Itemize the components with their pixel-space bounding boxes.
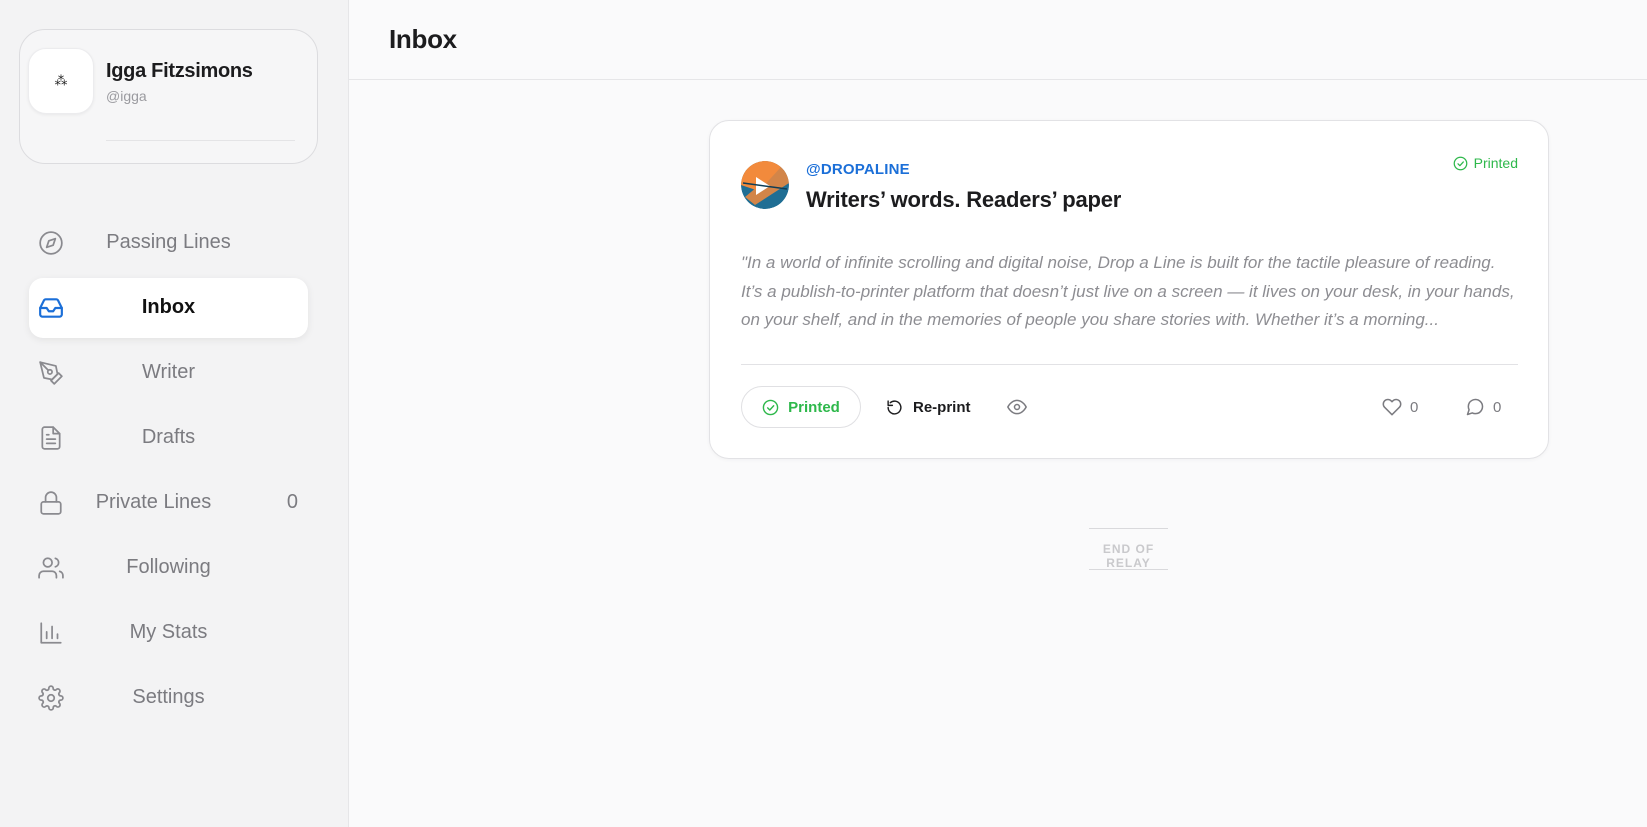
private-lines-count: 0 <box>286 491 298 513</box>
avatar[interactable]: ⁂ <box>28 48 94 114</box>
comment-button[interactable]: 0 <box>1465 395 1501 419</box>
printed-button[interactable]: Printed <box>741 386 861 428</box>
sidebar-item-passing-lines[interactable]: Passing Lines <box>29 213 308 273</box>
sidebar-item-label: Following <box>126 556 211 578</box>
profile-divider <box>106 140 295 141</box>
sidebar-item-private-lines[interactable]: Private Lines 0 <box>29 473 308 533</box>
eye-icon <box>1007 399 1027 415</box>
like-button[interactable]: 0 <box>1382 395 1418 419</box>
like-count: 0 <box>1410 398 1419 416</box>
sidebar-item-drafts[interactable]: Drafts <box>29 408 308 468</box>
reprint-button[interactable]: Re-print <box>886 386 971 428</box>
author-avatar[interactable] <box>741 161 789 209</box>
profile-handle: @igga <box>106 88 147 104</box>
page-title: Inbox <box>389 24 457 54</box>
profile-name: Igga Fitzsimons <box>106 60 253 82</box>
sidebar-item-label: Private Lines <box>95 491 212 513</box>
sidebar-item-label: Writer <box>142 361 195 383</box>
comment-icon <box>1466 398 1484 416</box>
check-circle-icon <box>1453 156 1468 170</box>
printed-button-label: Printed <box>788 398 840 416</box>
sidebar-item-label: Passing Lines <box>106 231 231 253</box>
sidebar-item-my-stats[interactable]: My Stats <box>29 603 308 663</box>
end-of-feed-label: END OF RELAY <box>1102 542 1155 570</box>
view-button[interactable] <box>1005 395 1029 419</box>
status-badge: Printed <box>1453 155 1518 171</box>
sidebar-item-label: Settings <box>132 686 205 708</box>
reprint-button-label: Re-print <box>913 398 971 416</box>
end-marker-bottom-line <box>1089 569 1168 570</box>
post-excerpt[interactable]: "In a world of infinite scrolling and di… <box>741 249 1518 335</box>
sidebar-item-inbox[interactable]: Inbox <box>29 278 308 338</box>
profile-card[interactable]: ⁂ Igga Fitzsimons @igga <box>19 29 318 164</box>
post-title[interactable]: Writers’ words. Readers’ paper <box>806 187 1121 213</box>
check-circle-icon <box>762 399 779 415</box>
sidebar-item-following[interactable]: Following <box>29 538 308 598</box>
end-of-feed-marker: END OF RELAY <box>1079 528 1178 570</box>
post-author[interactable]: @DROPALINE <box>806 161 910 178</box>
sidebar: ⁂ Igga Fitzsimons @igga Passing Lines In… <box>0 0 349 827</box>
comment-count: 0 <box>1493 398 1502 416</box>
sidebar-item-label: Inbox <box>141 296 196 318</box>
sidebar-item-writer[interactable]: Writer <box>29 343 308 403</box>
top-bar: Inbox <box>349 0 1647 80</box>
sidebar-item-label: My Stats <box>129 621 208 643</box>
end-marker-top-line <box>1089 528 1168 529</box>
card-divider <box>741 364 1518 365</box>
refresh-icon <box>887 399 902 415</box>
sidebar-item-settings[interactable]: Settings <box>29 668 308 728</box>
heart-icon <box>1382 398 1402 416</box>
post-card[interactable]: @DROPALINE Writers’ words. Readers’ pape… <box>709 120 1549 459</box>
status-badge-label: Printed <box>1473 155 1518 171</box>
sidebar-item-label: Drafts <box>141 426 196 448</box>
